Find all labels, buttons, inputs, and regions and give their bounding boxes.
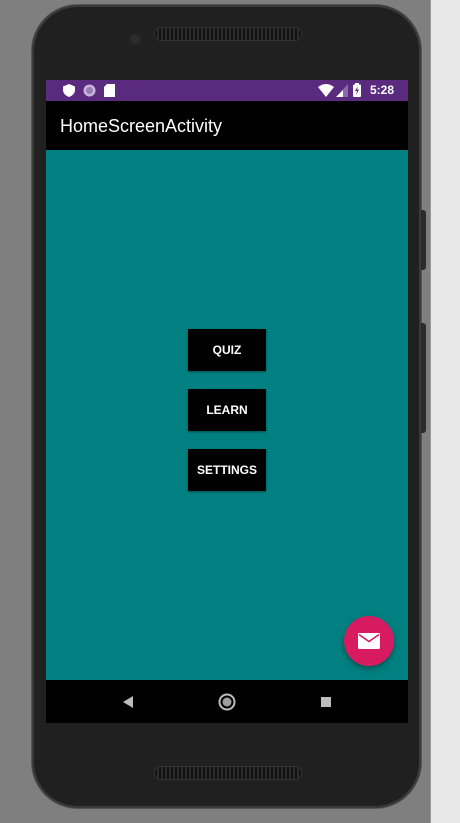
background-strip: [430, 0, 460, 823]
volume-button: [421, 323, 426, 433]
mail-icon: [358, 633, 380, 649]
settings-button[interactable]: SETTINGS: [188, 449, 266, 491]
front-camera: [129, 33, 141, 45]
quiz-button[interactable]: QUIZ: [188, 329, 266, 371]
app-title: HomeScreenActivity: [60, 116, 223, 136]
home-button[interactable]: [216, 691, 238, 713]
battery-charging-icon: [353, 83, 361, 97]
navigation-bar: [46, 680, 408, 723]
status-bar: 5:28: [46, 80, 408, 101]
shield-icon: [63, 84, 75, 97]
top-speaker: [155, 28, 301, 40]
back-button[interactable]: [117, 691, 139, 713]
app-bar: HomeScreenActivity: [46, 101, 408, 150]
power-button: [421, 210, 426, 270]
learn-button[interactable]: LEARN: [188, 389, 266, 431]
bottom-speaker: [155, 767, 301, 779]
recents-button[interactable]: [315, 691, 337, 713]
wifi-icon: [318, 84, 334, 97]
screen: 5:28 HomeScreenActivity QUIZ LEARN SETTI…: [46, 80, 408, 723]
circle-icon: [83, 84, 96, 97]
sd-card-icon: [104, 84, 115, 97]
status-time: 5:28: [369, 83, 394, 97]
back-icon: [123, 696, 133, 708]
recents-icon: [321, 697, 331, 707]
mail-fab-button[interactable]: [344, 616, 394, 666]
home-icon: [218, 693, 236, 711]
signal-icon: [336, 84, 348, 97]
